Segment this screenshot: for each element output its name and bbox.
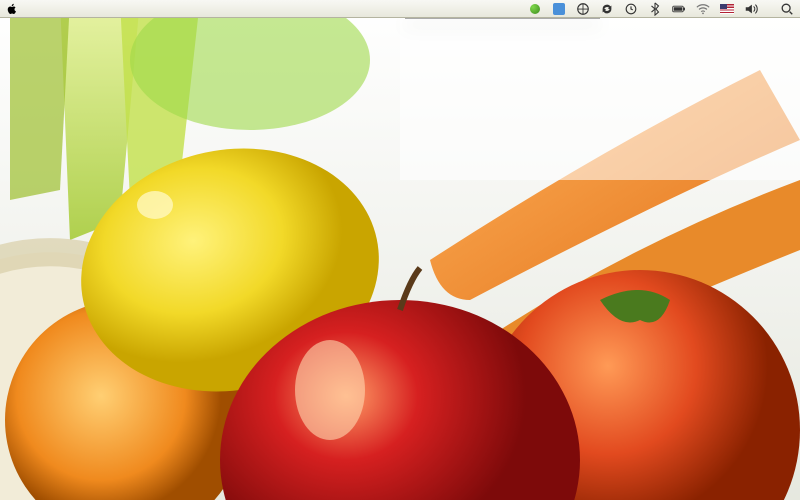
menu-file[interactable]: [42, 7, 58, 11]
battery-icon[interactable]: [672, 2, 686, 16]
wifi-icon[interactable]: [696, 2, 710, 16]
menubar: [0, 0, 800, 18]
menubar-right: [528, 2, 794, 16]
menu-view[interactable]: [74, 7, 90, 11]
spotlight-icon[interactable]: [780, 2, 794, 16]
timemachine-icon[interactable]: [624, 2, 638, 16]
bluetooth-icon[interactable]: [648, 2, 662, 16]
menu-edit[interactable]: [58, 7, 74, 11]
apple-menu-icon[interactable]: [6, 3, 18, 15]
sync-icon[interactable]: [600, 2, 614, 16]
menu-go[interactable]: [90, 7, 106, 11]
menubar-app-name[interactable]: [26, 7, 42, 11]
desktop-wallpaper: [0, 0, 800, 500]
menu-help[interactable]: [122, 7, 138, 11]
status-dot-green-icon[interactable]: [528, 2, 542, 16]
input-flag-icon[interactable]: [720, 2, 734, 16]
dropbox-icon[interactable]: [552, 2, 566, 16]
volume-icon[interactable]: [744, 2, 758, 16]
network-status-popup: [405, 18, 600, 19]
menubar-left: [6, 3, 138, 15]
network-status-icon[interactable]: [576, 2, 590, 16]
menu-window[interactable]: [106, 7, 122, 11]
